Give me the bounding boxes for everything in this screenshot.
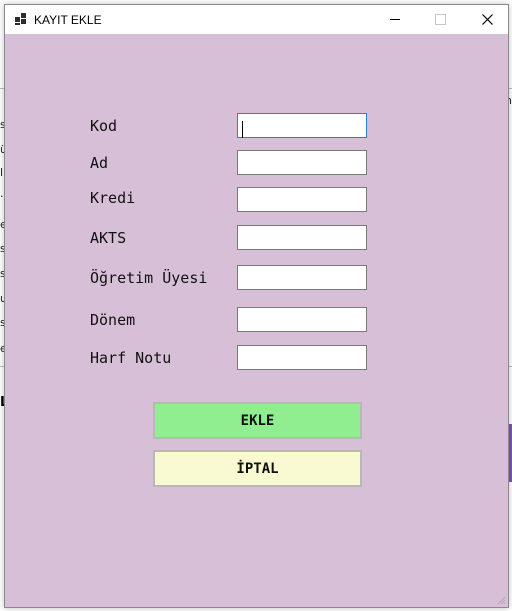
close-icon: [482, 14, 493, 25]
ogretim-uyesi-input[interactable]: [237, 265, 367, 290]
add-button[interactable]: EKLE: [153, 402, 362, 439]
kod-input[interactable]: [237, 113, 367, 138]
cancel-button[interactable]: İPTAL: [153, 450, 362, 487]
kod-label: Kod: [90, 117, 118, 135]
close-button[interactable]: [464, 5, 510, 34]
resize-grip-icon[interactable]: [496, 595, 506, 605]
akts-input[interactable]: [237, 225, 367, 250]
text-caret: [242, 121, 243, 138]
harf-notu-input[interactable]: [237, 345, 367, 370]
ogretim-uyesi-label: Öğretim Üyesi: [90, 269, 208, 287]
maximize-icon: [435, 14, 446, 25]
add-record-dialog: KAYIT EKLE Kod Ad Kredi AKTS Öğretim Üye…: [4, 4, 509, 608]
window-title: KAYIT EKLE: [34, 13, 102, 27]
ad-label: Ad: [90, 154, 109, 172]
kredi-label: Kredi: [90, 189, 136, 207]
ad-input[interactable]: [237, 150, 367, 175]
donem-label: Dönem: [90, 311, 136, 329]
minimize-button[interactable]: [372, 5, 418, 34]
akts-label: AKTS: [90, 229, 127, 247]
donem-input[interactable]: [237, 307, 367, 332]
app-icon: [15, 13, 27, 25]
kredi-input[interactable]: [237, 187, 367, 212]
title-bar[interactable]: KAYIT EKLE: [5, 5, 508, 34]
minimize-icon: [390, 19, 400, 20]
maximize-button[interactable]: [418, 5, 464, 34]
harf-notu-label: Harf Notu: [90, 349, 172, 367]
